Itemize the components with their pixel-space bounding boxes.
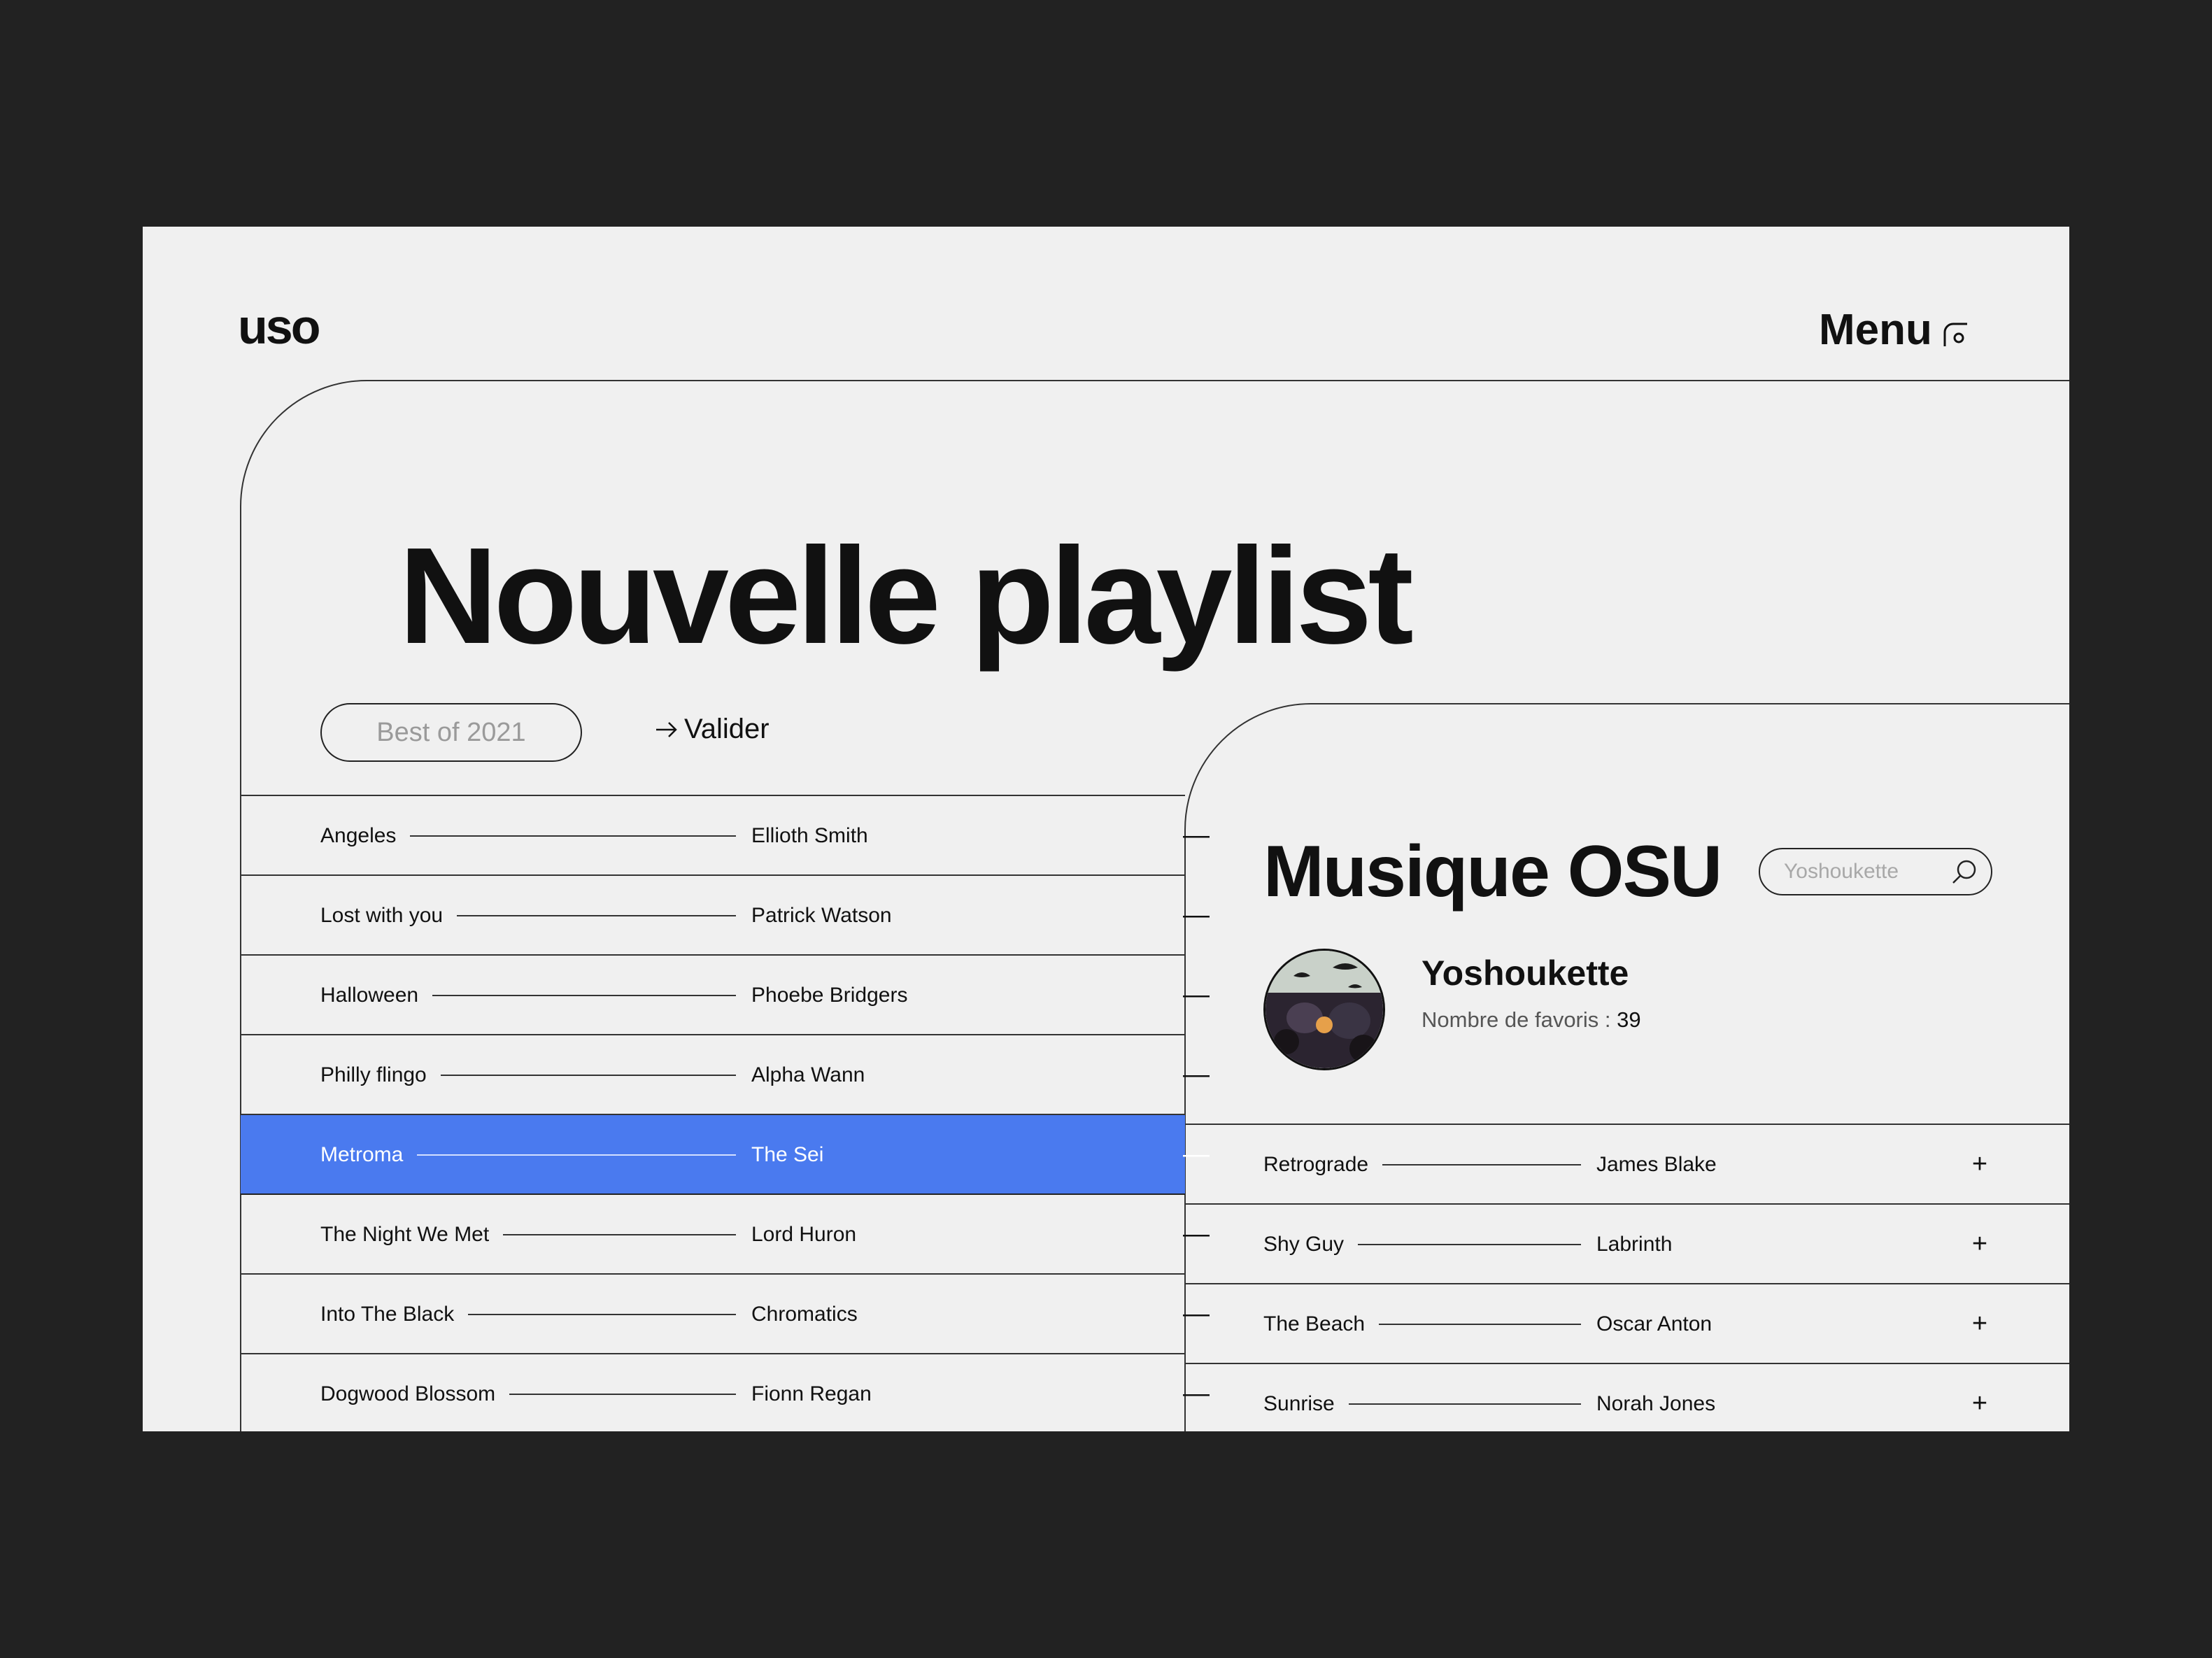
song-title: Into The Black: [320, 1302, 455, 1326]
add-track-button[interactable]: +: [1966, 1149, 1994, 1179]
track-song: The Beach: [1263, 1312, 1581, 1336]
song-title: The Beach: [1263, 1312, 1366, 1335]
user-name: Yoshoukette: [1422, 954, 1629, 993]
add-track-button[interactable]: +: [1966, 1229, 1994, 1259]
user-search[interactable]: [1759, 848, 1992, 895]
track-song: Lost with you: [320, 904, 736, 928]
track-artist: Lord Huron: [751, 1222, 857, 1246]
track-song: The Night We Met: [320, 1223, 736, 1247]
connector-line: [417, 1154, 736, 1156]
search-icon[interactable]: [1949, 856, 1980, 887]
track-artist: The Sei: [751, 1142, 824, 1166]
table-row[interactable]: Angeles Ellioth Smith —: [241, 795, 1210, 875]
table-row[interactable]: The Night We Met Lord Huron —: [241, 1193, 1210, 1274]
track-song: Angeles: [320, 824, 736, 848]
track-artist: Phoebe Bridgers: [751, 983, 908, 1007]
track-artist: James Blake: [1596, 1152, 1717, 1176]
connector-line: [1382, 1163, 1581, 1165]
validate-button[interactable]: Valider: [653, 714, 770, 745]
track-artist: Oscar Anton: [1596, 1312, 1713, 1335]
arrow-right-icon: [656, 721, 677, 737]
track-song: Halloween: [320, 984, 736, 1007]
table-row[interactable]: Halloween Phoebe Bridgers —: [241, 954, 1210, 1035]
track-artist: Fionn Regan: [751, 1382, 872, 1405]
track-artist: Chromatics: [751, 1302, 858, 1326]
menu-label: Menu: [1819, 306, 1932, 354]
favorites-label: Nombre de favoris :: [1422, 1007, 1617, 1032]
remove-track-button[interactable]: —: [1182, 900, 1210, 930]
track-song: Sunrise: [1263, 1392, 1581, 1416]
table-row[interactable]: Lost with you Patrick Watson —: [241, 874, 1210, 955]
add-track-button[interactable]: +: [1966, 1309, 1994, 1338]
song-title: The Night We Met: [320, 1222, 490, 1246]
track-artist: Ellioth Smith: [751, 823, 868, 847]
menu-button[interactable]: Menu: [1819, 305, 1970, 355]
remove-track-button[interactable]: —: [1182, 821, 1210, 850]
track-artist: Norah Jones: [1596, 1391, 1716, 1415]
track-song: Retrograde: [1263, 1153, 1581, 1177]
song-title: Philly flingo: [320, 1063, 427, 1086]
table-row[interactable]: Shy Guy Labrinth +: [1185, 1203, 2069, 1284]
table-row[interactable]: Philly flingo Alpha Wann —: [241, 1034, 1210, 1114]
connector-line: [1358, 1243, 1581, 1245]
menu-corner-icon: [1943, 323, 1967, 346]
remove-track-button[interactable]: —: [1182, 980, 1210, 1009]
song-title: Retrograde: [1263, 1152, 1369, 1176]
song-title: Dogwood Blossom: [320, 1382, 496, 1405]
connector-line: [1348, 1403, 1581, 1405]
source-title: Musique OSU: [1263, 831, 1722, 912]
track-artist: Patrick Watson: [751, 903, 892, 927]
track-song: Dogwood Blossom: [320, 1382, 736, 1406]
connector-line: [440, 1074, 736, 1076]
favorites-number: 39: [1617, 1007, 1641, 1032]
track-song: Into The Black: [320, 1303, 736, 1326]
track-song: Philly flingo: [320, 1063, 736, 1087]
favorites-count: Nombre de favoris : 39: [1422, 1009, 1641, 1030]
table-row[interactable]: Dogwood Blossom Fionn Regan —: [241, 1353, 1210, 1431]
table-row[interactable]: Metroma The Sei —: [241, 1114, 1210, 1194]
connector-line: [1379, 1323, 1581, 1325]
connector-line: [457, 914, 736, 916]
song-title: Angeles: [320, 823, 397, 847]
user-avatar-image: [1265, 951, 1383, 1068]
table-row[interactable]: Into The Black Chromatics —: [241, 1273, 1210, 1354]
app-screen: uso Menu Nouvelle playlist Valider Angel…: [143, 227, 2069, 1431]
connector-line: [432, 994, 736, 996]
table-row[interactable]: The Beach Oscar Anton +: [1185, 1283, 2069, 1363]
page-title: Nouvelle playlist: [399, 519, 1414, 672]
song-title: Metroma: [320, 1142, 404, 1166]
connector-line: [468, 1313, 736, 1315]
song-title: Halloween: [320, 983, 419, 1007]
connector-line: [410, 835, 736, 837]
track-song: Metroma: [320, 1143, 736, 1167]
validate-label: Valider: [684, 714, 770, 744]
track-artist: Labrinth: [1596, 1232, 1673, 1256]
add-track-button[interactable]: +: [1966, 1389, 1994, 1418]
user-search-input[interactable]: [1782, 859, 1949, 884]
track-song: Shy Guy: [1263, 1233, 1581, 1256]
table-row[interactable]: Retrograde James Blake +: [1185, 1124, 2069, 1204]
avatar[interactable]: [1263, 949, 1385, 1070]
song-title: Sunrise: [1263, 1391, 1335, 1415]
table-row[interactable]: Sunrise Norah Jones +: [1185, 1363, 2069, 1431]
song-title: Shy Guy: [1263, 1232, 1345, 1256]
connector-line: [503, 1233, 736, 1235]
track-artist: Alpha Wann: [751, 1063, 865, 1086]
remove-track-button[interactable]: —: [1182, 1060, 1210, 1089]
song-title: Lost with you: [320, 903, 444, 927]
logo[interactable]: uso: [238, 302, 320, 351]
playlist-name-input[interactable]: [320, 703, 582, 762]
connector-line: [509, 1393, 736, 1395]
